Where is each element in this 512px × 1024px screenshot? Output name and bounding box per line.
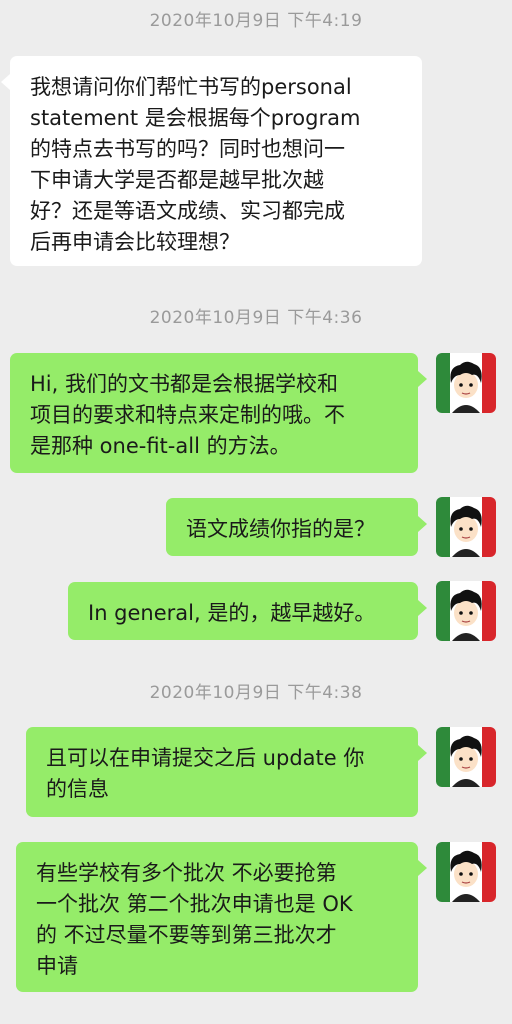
avatar[interactable]: [436, 581, 496, 641]
avatar[interactable]: [436, 353, 496, 413]
timestamp: 2020年10月9日 下午4:36: [149, 308, 363, 328]
outgoing-message-bubble[interactable]: In general, 是的，越早越好。: [68, 582, 427, 640]
outgoing-message-bubble[interactable]: 且可以在申请提交之后 update 你 的信息: [26, 727, 427, 817]
cartoon-boy-avatar-icon: [436, 842, 496, 902]
timestamp: 2020年10月9日 下午4:19: [149, 11, 363, 31]
cartoon-boy-avatar-icon: [436, 727, 496, 787]
avatar[interactable]: [436, 727, 496, 787]
timestamp: 2020年10月9日 下午4:38: [149, 683, 363, 703]
outgoing-message-bubble[interactable]: 有些学校有多个批次 不必要抢第 一个批次 第二个批次申请也是 OK 的 不过尽量…: [16, 842, 427, 992]
outgoing-message-bubble[interactable]: 语文成绩你指的是？: [166, 498, 427, 556]
cartoon-boy-avatar-icon: [436, 581, 496, 641]
incoming-message-bubble[interactable]: 我想请问你们帮忙书写的personal statement 是会根据每个prog…: [1, 56, 422, 266]
cartoon-boy-avatar-icon: [436, 497, 496, 557]
avatar[interactable]: [436, 497, 496, 557]
outgoing-message-bubble[interactable]: Hi, 我们的文书都是会根据学校和 项目的要求和特点来定制的哦。不 是那种 on…: [10, 353, 427, 473]
avatar[interactable]: [436, 842, 496, 902]
cartoon-boy-avatar-icon: [436, 353, 496, 413]
